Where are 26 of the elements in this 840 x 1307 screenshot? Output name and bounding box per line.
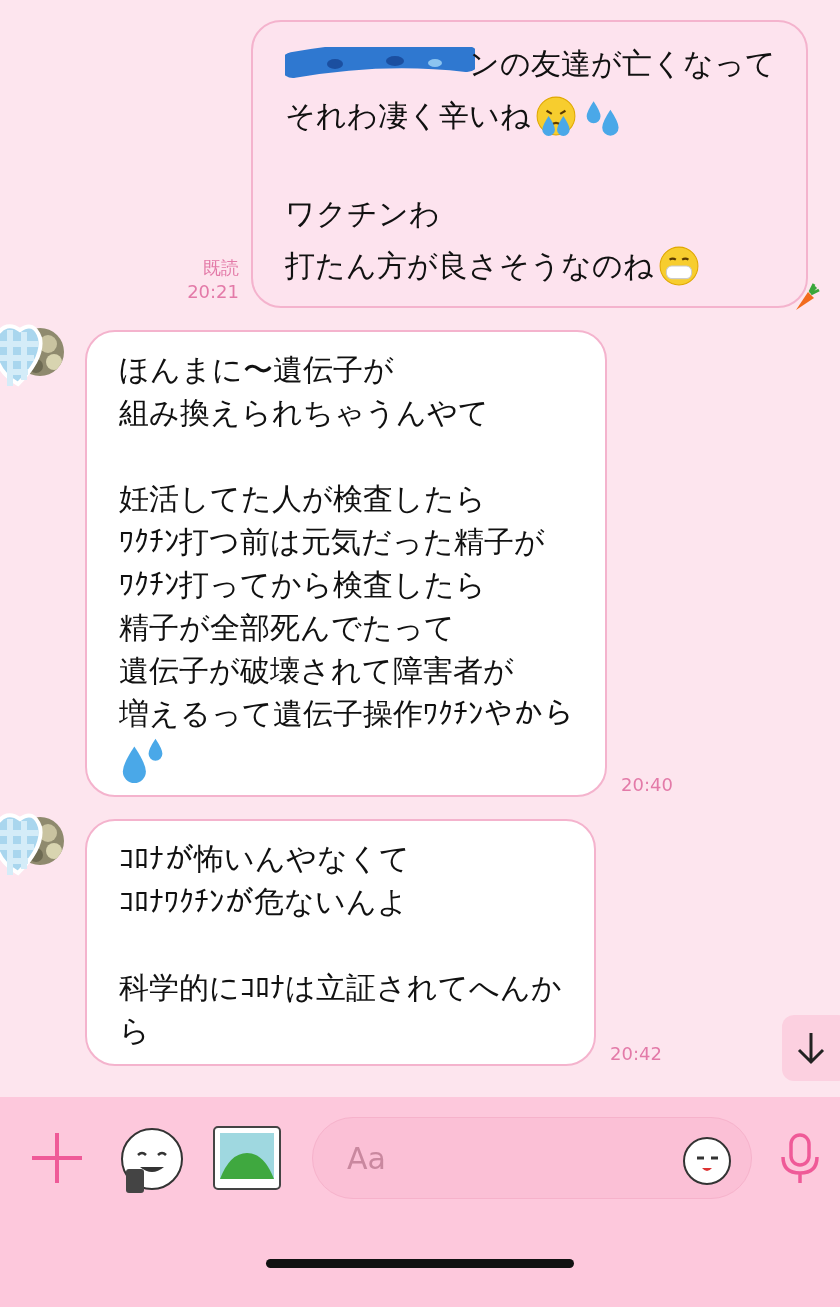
scroll-down-button[interactable] <box>782 1015 840 1081</box>
message-time: 20:40 <box>621 774 673 795</box>
message-text: ら <box>119 1012 150 1050</box>
message-text: ワクチンわ <box>285 195 440 233</box>
message-text: ﾜｸﾁﾝ打ってから検査したら <box>119 566 486 604</box>
message-text: 遺伝子が破壊されて障害者が <box>119 652 514 690</box>
message-text: ｺﾛﾅが怖いんやなくて <box>119 840 410 878</box>
message-text: 妊活してた人が検査したら <box>119 480 486 518</box>
masked-face-icon <box>658 245 700 287</box>
message-text: ｺﾛﾅﾜｸﾁﾝが危ないんよ <box>119 883 408 921</box>
message-text: 科学的にｺﾛﾅは立証されてへんか <box>119 969 562 1007</box>
message-time: 20:42 <box>610 1043 662 1064</box>
message-text: 精子が全部死んでたって <box>119 609 455 647</box>
down-arrow-icon <box>796 1031 826 1065</box>
message-input-field[interactable]: Aa <box>312 1117 752 1199</box>
read-receipt: 既読 <box>203 256 239 280</box>
message-text: 打たん方が良さそうなのね <box>285 247 654 285</box>
crying-face-icon <box>535 95 577 137</box>
message-text: 組み換えられちゃうんやて <box>119 394 489 432</box>
message-text: それわ凄く辛いね <box>285 97 531 135</box>
message-text: ンの友達が亡くなって <box>469 45 776 83</box>
message-text: 増えるって遺伝子操作ﾜｸﾁﾝやから <box>119 695 573 733</box>
message-text: ほんまに〜遺伝子が <box>119 351 394 389</box>
photo-icon[interactable] <box>210 1123 284 1193</box>
message-time: 20:21 <box>187 280 239 304</box>
message-text: ﾜｸﾁﾝ打つ前は元気だった精子が <box>119 523 545 561</box>
